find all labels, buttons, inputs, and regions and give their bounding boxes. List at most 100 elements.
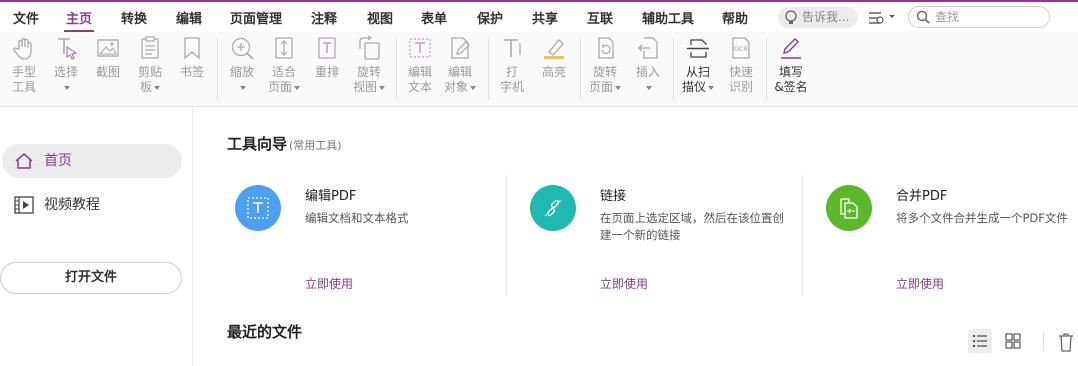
ribbon-separator (766, 38, 767, 100)
menu-comment[interactable]: 注释 (311, 8, 337, 27)
fill-sign-button[interactable]: 填写 &签名 (772, 35, 810, 105)
snapshot-label: 截图 (95, 65, 120, 79)
ocr-label-2: 识别 (728, 80, 753, 94)
sidebar-item-home[interactable]: 首页 (2, 144, 182, 178)
edit-object-button[interactable]: 编辑 对象 (442, 35, 478, 105)
use-now-link[interactable]: 立即使用 (305, 275, 353, 292)
chevron-down-icon (154, 85, 160, 90)
select-tool-button[interactable]: 选择 (50, 35, 82, 105)
insert-button[interactable]: 插入 (632, 35, 664, 105)
rotate-page-button[interactable]: 旋转 页面 (587, 35, 623, 105)
ribbon-separator (580, 38, 581, 100)
delete-button[interactable] (1056, 331, 1076, 353)
rotate-view-label-1: 旋转 (356, 65, 381, 79)
tool-card-edit-pdf[interactable]: 编辑PDF 编辑文档和文本格式 立即使用 (227, 175, 523, 295)
card-description: 将多个文件合并生成一个PDF文件 (896, 211, 1068, 225)
tell-me-box[interactable]: 告诉我... (778, 7, 858, 28)
reflow-icon (318, 37, 336, 59)
search-icon (916, 10, 930, 24)
menu-accessibility[interactable]: 辅助工具 (642, 8, 694, 27)
snapshot-button[interactable]: 截图 (92, 35, 124, 105)
hand-tool-label-2: 工具 (11, 80, 36, 94)
clipboard-icon (141, 36, 159, 59)
menu-protect[interactable]: 保护 (477, 8, 503, 27)
edit-text-icon (409, 38, 431, 58)
grid-view-button[interactable] (1001, 329, 1025, 353)
main-panel: 工具向导 (常用工具) 编辑PDF 编辑文档和文本格式 立即使用 链接 在页面上选… (194, 107, 1078, 366)
grid-view-icon (1005, 333, 1021, 349)
tools-guide-title: 工具向导 (常用工具) (227, 133, 342, 154)
bookmark-icon (184, 37, 200, 60)
sidebar-item-video-tutorial[interactable]: 视频教程 (2, 188, 182, 222)
use-now-link[interactable]: 立即使用 (600, 275, 648, 292)
zoom-button[interactable]: 缩放 (226, 35, 258, 105)
rotate-page-icon (598, 37, 614, 59)
clipboard-label-1: 剪贴 (137, 65, 162, 79)
zoom-icon (231, 37, 254, 60)
fit-page-label-1: 适合 (271, 65, 296, 79)
open-file-button[interactable]: 打开文件 (0, 262, 182, 294)
edit-text-button[interactable]: 编辑 文本 (404, 35, 436, 105)
fit-page-button[interactable]: 适合 页面 (266, 35, 302, 105)
tool-card-merge-pdf[interactable]: 合并PDF 将多个文件合并生成一个PDF文件 立即使用 (818, 175, 1078, 295)
edit-pdf-icon (247, 197, 269, 219)
chevron-down-icon (646, 85, 652, 90)
tool-card-link[interactable]: 链接 在页面上选定区域，然后在该位置创建一个新的链接 立即使用 (522, 175, 818, 295)
tools-guide-title-text: 工具向导 (227, 135, 288, 153)
list-view-button[interactable] (968, 329, 992, 353)
chevron-down-icon (615, 85, 621, 90)
menu-file[interactable]: 文件 (13, 8, 39, 27)
menu-edit[interactable]: 编辑 (176, 8, 202, 27)
display-mode-button[interactable] (866, 8, 898, 28)
select-tool-label: 选择 (53, 65, 78, 79)
menu-form[interactable]: 表单 (421, 8, 447, 27)
ribbon-separator (673, 38, 674, 100)
menu-help[interactable]: 帮助 (722, 8, 748, 27)
chevron-down-icon (470, 85, 476, 90)
typewriter-button[interactable]: 打字机 (496, 35, 528, 105)
highlight-label: 高亮 (541, 65, 566, 79)
menu-view[interactable]: 视图 (367, 8, 393, 27)
tools-guide-subtitle: (常用工具) (289, 139, 342, 152)
card-title: 编辑PDF (305, 189, 357, 204)
card-divider (802, 175, 803, 295)
toolbar-separator (1043, 331, 1044, 351)
sidebar: 首页 视频教程 打开文件 (0, 107, 193, 366)
edit-object-label-1: 编辑 (447, 65, 472, 79)
menu-connect[interactable]: 互联 (587, 8, 613, 27)
menu-share[interactable]: 共享 (532, 8, 558, 27)
menu-convert[interactable]: 转换 (121, 8, 147, 27)
typewriter-label-1: 打 (505, 65, 518, 79)
insert-label: 插入 (635, 65, 660, 79)
bookmark-button[interactable]: 书签 (176, 35, 208, 105)
hand-tool-button[interactable]: 手型 工具 (8, 35, 40, 105)
chevron-down-icon (708, 85, 714, 90)
link-icon (544, 199, 562, 217)
menu-home[interactable]: 主页 (63, 8, 95, 32)
video-icon (14, 196, 34, 214)
ribbon-separator (396, 38, 397, 100)
trash-icon (1059, 333, 1073, 352)
scanner-button[interactable]: 从扫 描仪 (680, 35, 716, 105)
clipboard-button[interactable]: 剪贴板 (134, 35, 166, 105)
menu-page-management[interactable]: 页面管理 (230, 8, 282, 27)
chevron-down-icon (294, 85, 300, 90)
use-now-link[interactable]: 立即使用 (896, 275, 944, 292)
rotate-view-icon (359, 35, 380, 60)
rotate-view-button[interactable]: 旋转 视图 (351, 35, 387, 105)
highlight-button[interactable]: 高亮 (538, 35, 570, 105)
fit-page-icon (275, 37, 293, 59)
home-icon (15, 153, 33, 169)
card-title: 链接 (600, 189, 627, 204)
edit-pdf-badge (235, 185, 281, 231)
merge-pdf-badge (826, 185, 872, 231)
reflow-button[interactable]: 重排 (311, 35, 343, 105)
insert-icon (638, 37, 658, 59)
clipboard-label-2: 板 (139, 80, 152, 94)
card-description: 编辑文档和文本格式 (305, 211, 409, 225)
search-box[interactable]: 查找 (908, 6, 1050, 28)
quick-ocr-button[interactable]: OCR 快速 识别 (725, 35, 757, 105)
card-divider (506, 175, 507, 295)
rotate-page-label-1: 旋转 (592, 65, 617, 79)
fill-sign-label-1: 填写 (778, 65, 803, 79)
